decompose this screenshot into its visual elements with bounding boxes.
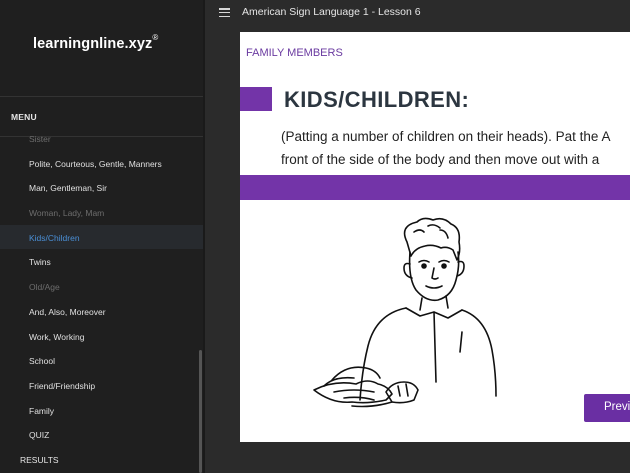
menu-item-label: And, Also, Moreover xyxy=(29,306,106,317)
menu-item-label: Twins xyxy=(29,257,51,268)
logo-text-tld: xyz xyxy=(128,35,153,52)
slide-description: (Patting a number of children on their h… xyxy=(281,125,630,171)
lesson-title: American Sign Language 1 - Lesson 6 xyxy=(242,6,421,18)
slide-title: KIDS/CHILDREN: xyxy=(284,87,470,112)
menu-item[interactable]: Work, Working xyxy=(0,324,203,349)
description-line-2: front of the side of the body and then m… xyxy=(281,152,600,167)
logo[interactable]: learningnline.xyz® xyxy=(33,33,159,52)
menu-item[interactable]: And, Also, Moreover xyxy=(0,299,203,324)
previous-button-label: Previ xyxy=(604,401,630,413)
menu-item-label: Friend/Friendship xyxy=(29,380,96,391)
slide-card: FAMILY MEMBERS KIDS/CHILDREN: (Patting a… xyxy=(240,32,630,442)
sidebar-scrollbar[interactable] xyxy=(199,350,202,473)
menu-item[interactable]: QUIZ xyxy=(0,422,203,447)
menu-item-label: Family xyxy=(29,405,55,416)
menu-item-label: QUIZ xyxy=(29,430,50,441)
menu-item[interactable]: Old/Age xyxy=(0,274,203,299)
hamburger-icon[interactable] xyxy=(219,8,230,18)
menu-item-label: Sister xyxy=(29,134,51,144)
menu-item[interactable]: Sister xyxy=(0,126,203,151)
menu-item[interactable]: School xyxy=(0,348,203,373)
logo-registered-mark: ® xyxy=(152,33,159,42)
menu-section-results[interactable]: RESULTS xyxy=(0,447,203,472)
menu-item[interactable]: Family xyxy=(0,398,203,423)
menu-item-label: Woman, Lady, Mam xyxy=(29,208,105,219)
menu-list: Sister Polite, Courteous, Gentle, Manners… xyxy=(0,126,203,472)
topbar: American Sign Language 1 - Lesson 6 xyxy=(205,0,630,25)
sidebar: learningnline.xyz® MENU Sister Polite, Co… xyxy=(0,0,203,473)
menu-item-label: Kids/Children xyxy=(29,232,80,243)
section-label: FAMILY MEMBERS xyxy=(246,47,343,59)
menu-item-label: Man, Gentleman, Sir xyxy=(29,183,107,194)
description-line-1: (Patting a number of children on their h… xyxy=(281,129,611,144)
menu-item-label: Polite, Courteous, Gentle, Manners xyxy=(29,158,162,169)
menu-item-label: RESULTS xyxy=(20,454,59,465)
previous-button[interactable]: Previ xyxy=(584,394,630,422)
menu-item-label: Work, Working xyxy=(29,331,85,342)
menu-item[interactable]: Polite, Courteous, Gentle, Manners xyxy=(0,151,203,176)
menu-item[interactable]: Friend/Friendship xyxy=(0,373,203,398)
menu-header-label: MENU xyxy=(11,112,37,122)
purple-divider-bar xyxy=(240,175,630,200)
title-accent-tab xyxy=(240,87,272,111)
menu-item[interactable]: Man, Gentleman, Sir xyxy=(0,175,203,200)
menu-item-label: School xyxy=(29,356,55,367)
logo-text: learningnline. xyxy=(33,35,129,52)
menu-item[interactable]: Twins xyxy=(0,249,203,274)
menu-item[interactable]: Woman, Lady, Mam xyxy=(0,200,203,225)
sidebar-divider xyxy=(203,0,205,473)
menu-item[interactable]: Kids/Children xyxy=(0,224,203,250)
sign-illustration xyxy=(313,217,497,408)
menu-item-label: Old/Age xyxy=(29,282,60,293)
